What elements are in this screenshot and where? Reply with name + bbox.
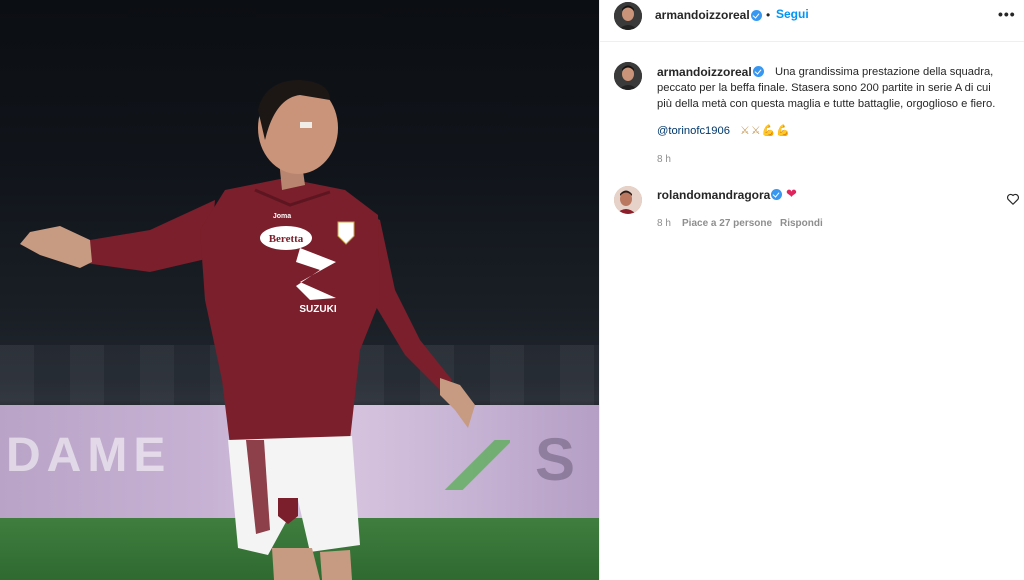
- post-photo[interactable]: DAME S Beretta SUZUKI Joma: [0, 0, 599, 580]
- reply-button[interactable]: Rispondi: [780, 218, 823, 229]
- more-options-icon[interactable]: •••: [998, 6, 1016, 22]
- separator-dot: •: [766, 8, 771, 22]
- shirt-sponsor-2: SUZUKI: [299, 304, 336, 315]
- like-comment-heart-icon[interactable]: [1006, 192, 1020, 206]
- avatar-image: [614, 62, 642, 90]
- player-figure: Beretta SUZUKI Joma: [20, 80, 475, 580]
- commenter-avatar[interactable]: [614, 186, 642, 214]
- mention-link[interactable]: @torinofc1906: [657, 125, 730, 137]
- kit-brand: Joma: [273, 213, 291, 220]
- author-username[interactable]: armandoizzoreal: [655, 8, 750, 22]
- post-sidebar: armandoizzoreal • Segui ••• Una grandiss…: [599, 0, 1024, 580]
- follow-button[interactable]: Segui: [776, 7, 809, 21]
- comment-text: ❤: [786, 186, 797, 201]
- verified-badge-icon: [771, 189, 782, 200]
- author-avatar[interactable]: [614, 2, 642, 30]
- verified-badge-icon: [753, 66, 764, 77]
- caption-author-avatar[interactable]: [614, 62, 642, 90]
- caption-author-username[interactable]: armandoizzoreal: [657, 65, 752, 79]
- comment-timestamp[interactable]: 8 h: [657, 218, 671, 229]
- post-timestamp[interactable]: 8 h: [657, 154, 671, 165]
- commenter-username[interactable]: rolandomandragora: [657, 188, 770, 202]
- verified-badge-icon: [751, 10, 762, 21]
- avatar-image: [614, 2, 642, 30]
- shirt-sponsor: Beretta: [269, 233, 304, 245]
- avatar-image: [614, 186, 642, 214]
- post-header: armandoizzoreal • Segui •••: [600, 0, 1024, 42]
- comment-likes[interactable]: Piace a 27 persone: [682, 218, 772, 229]
- caption-emojis: ⚔⚔💪💪: [740, 125, 792, 137]
